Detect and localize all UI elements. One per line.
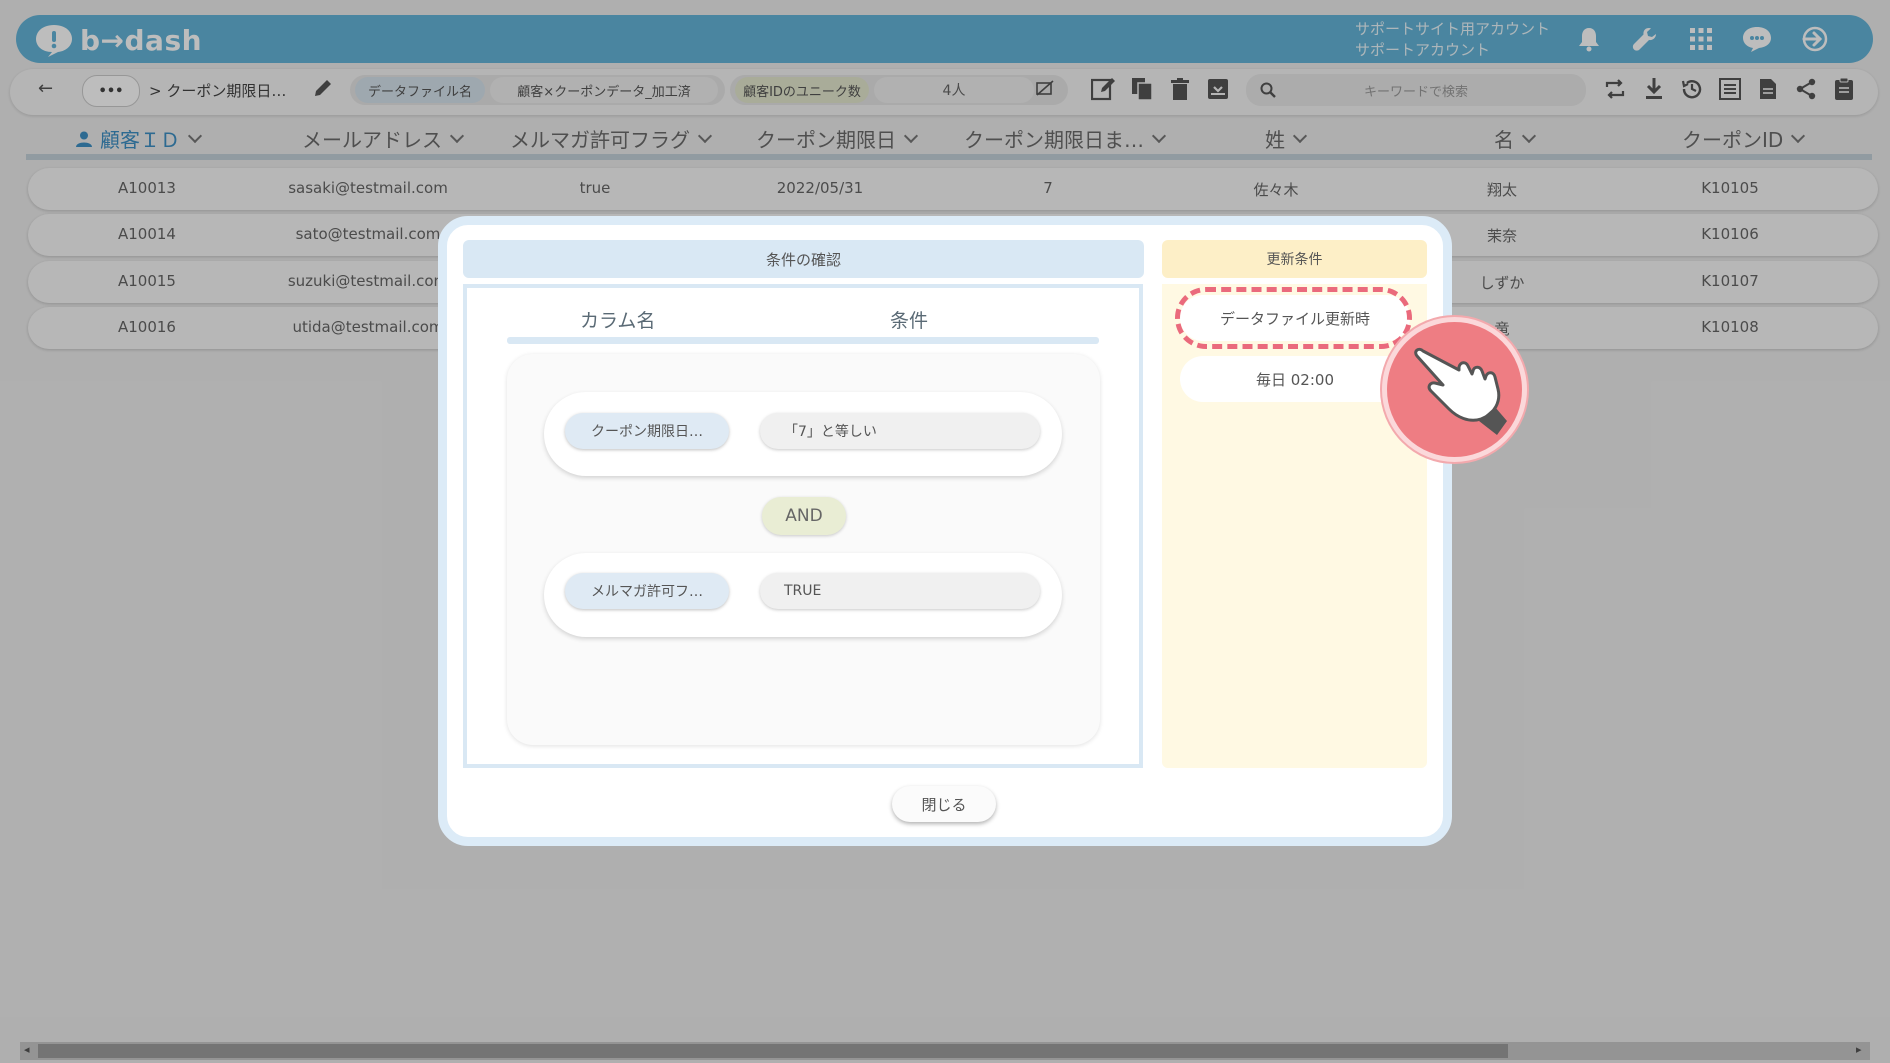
condition-value-chip: TRUE <box>760 573 1040 609</box>
column-name-header: カラム名 <box>580 310 656 332</box>
condition-column-chip: クーポン期限日… <box>565 413 729 449</box>
condition-value-chip: 「7」と等しい <box>760 413 1040 449</box>
hand-pointer-icon <box>1405 335 1515 449</box>
highlight-dashed-ring <box>1175 287 1412 349</box>
condition-header: 条件 <box>890 310 929 332</box>
update-option-daily[interactable]: 毎日 02:00 <box>1180 356 1410 402</box>
close-button[interactable]: 閉じる <box>892 786 996 822</box>
condition-column-chip: メルマガ許可フ… <box>565 573 729 609</box>
update-condition-title: 更新条件 <box>1162 240 1427 278</box>
condition-panel-title: 条件の確認 <box>463 240 1144 278</box>
condition-header-divider <box>507 337 1099 344</box>
logic-operator-chip: AND <box>762 497 846 535</box>
